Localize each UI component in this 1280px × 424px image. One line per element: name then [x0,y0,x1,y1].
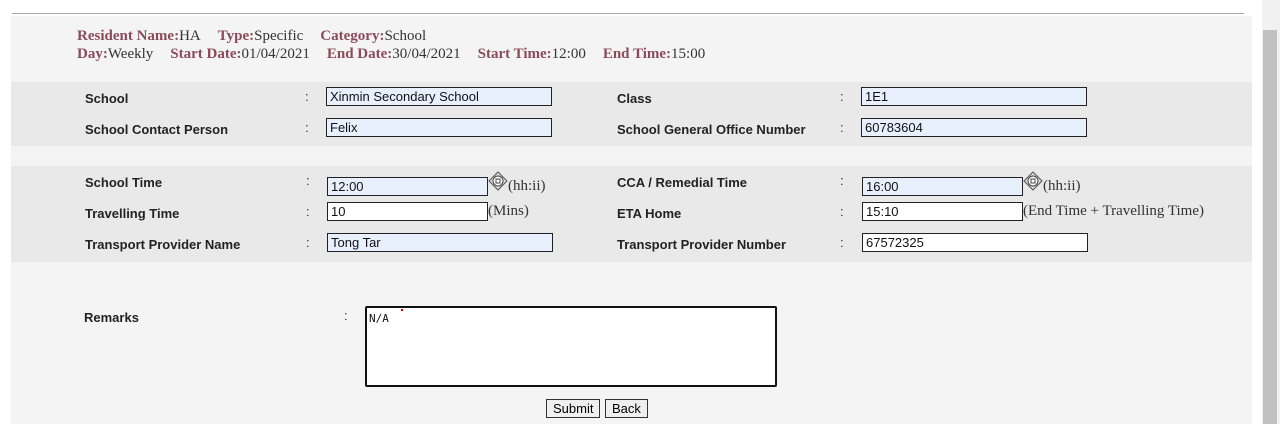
resident-name-value: HA [179,28,201,44]
school-time-format: (hh:ii) [508,178,546,194]
colon: : [306,235,310,250]
resident-name-label: Resident Name: [77,28,180,44]
colon: : [305,120,309,135]
back-button[interactable]: Back [605,399,648,418]
section-spacer [11,146,1252,166]
submit-button[interactable]: Submit [546,399,601,418]
transport-provider-number-input[interactable]: 67572325 [862,233,1088,252]
start-time-label: Start Time: [477,46,552,62]
end-date-label: End Date: [326,46,393,62]
school-label: School [85,91,129,106]
transport-provider-name-input[interactable]: Tong Tar [327,233,553,252]
colon: : [306,173,310,188]
end-date-value: 30/04/2021 [392,46,461,62]
cca-time-format: (hh:ii) [1043,178,1081,194]
school-contact-label: School Contact Person [85,122,229,137]
cca-time-label: CCA / Remedial Time [617,175,748,190]
office-number-input[interactable]: 60783604 [861,118,1087,137]
end-time-value: 15:00 [671,46,706,62]
colon: : [840,173,844,188]
day-value: Weekly [107,46,154,62]
type-label: Type: [217,28,255,44]
colon: : [344,308,348,323]
transport-provider-name-label: Transport Provider Name [85,237,241,252]
colon: : [840,120,844,135]
category-value: School [384,28,427,44]
remarks-textarea[interactable]: N/A [365,306,777,387]
remarks-label: Remarks [84,310,139,325]
category-label: Category: [320,28,385,44]
school-contact-input[interactable]: Felix [326,118,552,137]
colon: : [840,89,844,104]
eta-home-input[interactable]: 15:10 [862,202,1023,221]
type-value: Specific [254,28,304,44]
resident-summary-line-2: Day:Weekly Start Date:01/04/2021 End Date:… [77,46,705,63]
eta-home-label: ETA Home [617,206,682,221]
colon: : [306,204,310,219]
start-date-value: 01/04/2021 [241,46,310,62]
class-input[interactable]: 1E1 [861,87,1087,106]
start-date-label: Start Date: [170,46,242,62]
colon: : [305,89,309,104]
travelling-time-unit: (Mins) [488,203,529,219]
travelling-time-input[interactable]: 10 [327,202,488,221]
colon: : [840,204,844,219]
cca-time-input[interactable]: 16:00 [862,177,1023,196]
scrollbar-thumb[interactable] [1263,30,1277,424]
eta-home-hint: (End Time + Travelling Time) [1023,203,1205,219]
clock-icon[interactable] [488,171,508,191]
office-number-label: School General Office Number [617,122,806,137]
top-divider [12,13,1244,14]
end-time-label: End Time: [602,46,672,62]
start-time-value: 12:00 [551,46,586,62]
class-label: Class [617,91,652,106]
required-marker [401,309,403,311]
day-label: Day: [77,46,108,62]
clock-icon[interactable] [1023,171,1043,191]
school-input[interactable]: Xinmin Secondary School [326,87,552,106]
school-time-input[interactable]: 12:00 [327,177,488,196]
school-time-label: School Time [85,175,163,190]
colon: : [840,235,844,250]
transport-provider-number-label: Transport Provider Number [617,237,787,252]
travelling-time-label: Travelling Time [85,206,180,221]
resident-summary-line-1: Resident Name:HA Type:Specific Category:Sc… [77,28,426,45]
